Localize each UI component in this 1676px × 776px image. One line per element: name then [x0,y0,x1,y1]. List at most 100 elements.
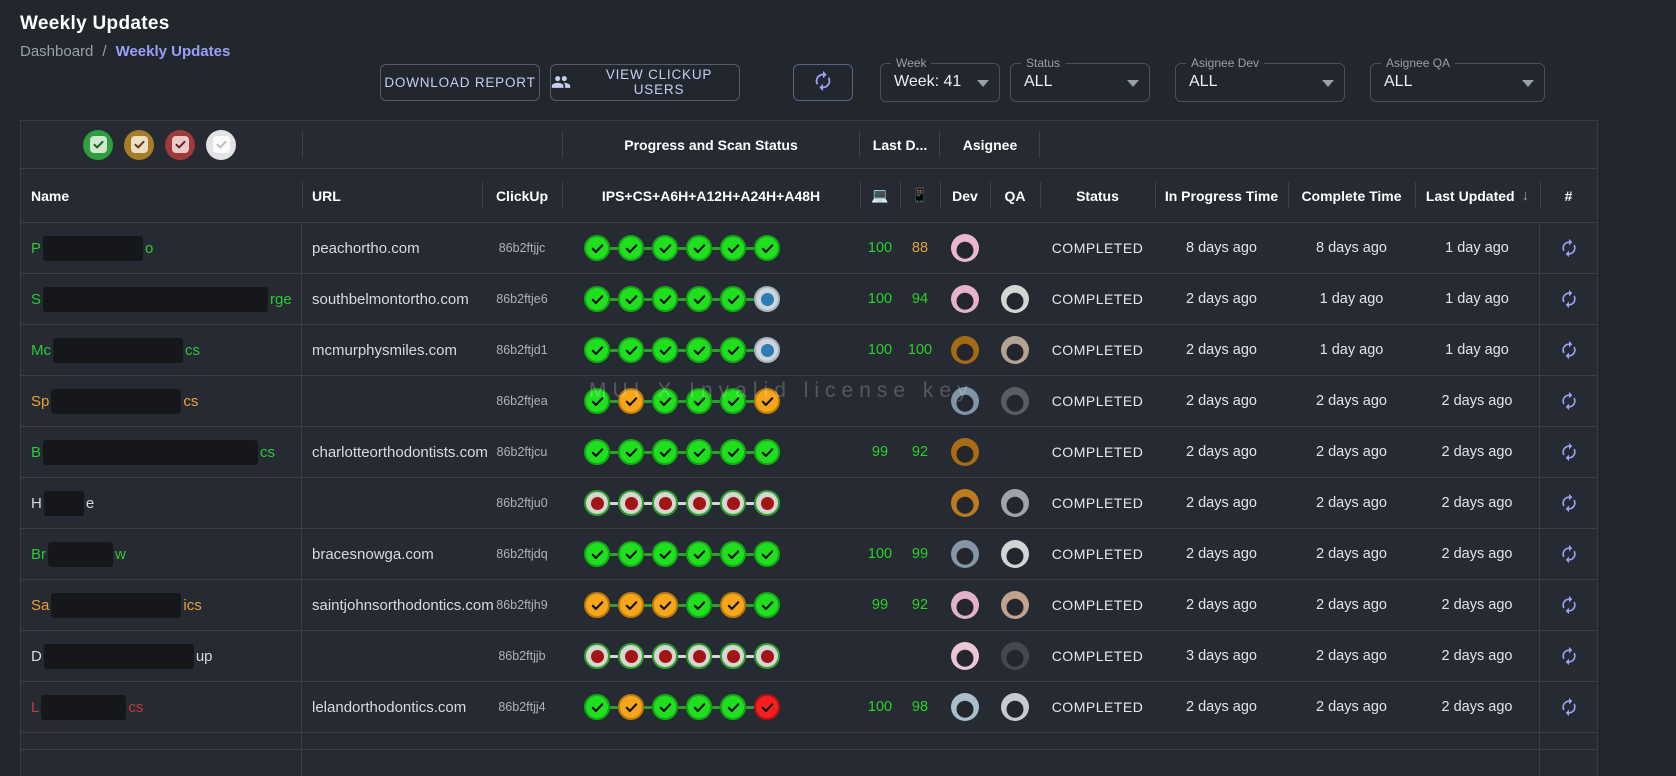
column-header-scan[interactable]: IPS+CS+A6H+A12H+A24H+A48H [562,169,860,222]
gray-check-filter[interactable] [206,130,236,160]
scan-status-connector [610,553,618,556]
qa-avatar-cell [990,580,1040,630]
table-header-row: NameURLClickUpIPS+CS+A6H+A12H+A24H+A48H💻… [21,169,1597,223]
scan-status-icon-r [754,694,780,720]
scan-status-chain [562,325,860,375]
redaction-bar [44,491,84,516]
column-header-dev[interactable]: Dev [940,169,990,222]
site-name-link[interactable]: Srge [21,274,302,324]
site-name-link[interactable]: Po [21,223,302,273]
site-name-prefix: S [31,291,41,308]
green-check-filter[interactable] [83,130,113,160]
column-header-in_progress[interactable]: In Progress Time [1155,169,1288,222]
site-name-link[interactable]: Spcs [21,376,302,426]
scan-status-connector [644,502,652,505]
column-header-clickup[interactable]: ClickUp [482,169,562,222]
filter-select-week[interactable]: WeekWeek: 41 [880,63,1000,102]
filter-select-value: ALL [1176,73,1217,91]
scan-status-icon-g [652,337,678,363]
refresh-button[interactable] [793,64,853,101]
scan-status-connector [746,298,754,301]
site-name-link[interactable]: Mccs [21,325,302,375]
download-report-button[interactable]: DOWNLOAD REPORT [380,64,540,101]
site-name-link[interactable]: Saics [21,580,302,630]
row-refresh-button[interactable] [1555,387,1583,415]
site-name-link[interactable]: Brw [21,529,302,579]
site-url: lelandorthodontics.com [302,682,482,732]
clickup-id: 86b2ftjh9 [482,580,562,630]
row-refresh-cell [1540,682,1597,732]
scan-status-connector [712,502,720,505]
scan-status-icon-g [686,592,712,618]
column-header-qa[interactable]: QA [990,169,1040,222]
column-header-mobile[interactable]: 📱 [900,169,940,222]
red-check-filter[interactable] [165,130,195,160]
row-refresh-button[interactable] [1555,336,1583,364]
filter-select-status[interactable]: StatusALL [1010,63,1150,102]
site-name-prefix: B [31,444,41,461]
table-row: Brwbracesnowga.com86b2ftjdq10099COMPLETE… [21,529,1597,580]
row-refresh-cell [1540,325,1597,375]
table-body: Popeachortho.com86b2ftjjc10088COMPLETED8… [21,223,1597,733]
site-name-link[interactable]: He [21,478,302,528]
row-refresh-button[interactable] [1555,489,1583,517]
scan-status-connector [712,298,720,301]
scan-status-icon-o [618,388,644,414]
site-name-suffix: cs [185,342,200,359]
row-refresh-button[interactable] [1555,693,1583,721]
redaction-bar [41,695,126,720]
column-header-url[interactable]: URL [302,169,482,222]
site-name-link[interactable]: Dup [21,631,302,681]
scan-status-icon-g [686,388,712,414]
site-name-suffix: cs [260,444,275,461]
site-url: mcmurphysmiles.com [302,325,482,375]
breadcrumb-dashboard[interactable]: Dashboard [20,43,93,60]
filter-select-asignee-qa[interactable]: Asignee QAALL [1370,63,1545,102]
site-name-prefix: D [31,648,42,665]
filter-select-asignee-dev[interactable]: Asignee DevALL [1175,63,1345,102]
breadcrumb: Dashboard / Weekly Updates [20,43,230,60]
column-header-status[interactable]: Status [1040,169,1155,222]
group-spacer [1040,121,1597,168]
scan-status-connector [712,247,720,250]
site-name-link[interactable]: Bcs [21,427,302,477]
column-header-refresh[interactable]: # [1540,169,1597,222]
amber-check-filter[interactable] [124,130,154,160]
site-name-link[interactable]: Lcs [21,682,302,732]
scan-status-icon-o [652,592,678,618]
site-url: southbelmontortho.com [302,274,482,324]
site-url [302,631,482,681]
row-refresh-button[interactable] [1555,540,1583,568]
scan-status-icon-g [720,439,746,465]
dev-avatar [951,642,979,670]
row-refresh-button[interactable] [1555,591,1583,619]
last-updated-time: 1 day ago [1415,274,1540,324]
view-clickup-users-button[interactable]: VIEW CLICKUP USERS [550,64,740,101]
column-header-name[interactable]: Name [21,169,302,222]
status-value: COMPLETED [1040,376,1155,426]
column-header-complete[interactable]: Complete Time [1288,169,1415,222]
scan-status-icon-rd [618,643,644,669]
last-updated-time: 2 days ago [1415,631,1540,681]
qa-avatar [1001,336,1029,364]
scan-status-icon-g [754,439,780,465]
scan-status-icon-rd [652,490,678,516]
column-header-desktop[interactable]: 💻 [860,169,900,222]
row-refresh-button[interactable] [1555,234,1583,262]
in-progress-time: 3 days ago [1155,631,1288,681]
site-name-prefix: L [31,699,39,716]
row-refresh-button[interactable] [1555,642,1583,670]
column-header-last_updated[interactable]: Last Updated↓ [1415,169,1540,222]
sort-descending-icon[interactable]: ↓ [1522,187,1530,204]
dev-avatar [951,693,979,721]
qa-avatar-cell [990,478,1040,528]
dev-avatar [951,438,979,466]
complete-time: 2 days ago [1288,376,1415,426]
redaction-bar [43,440,258,465]
qa-avatar [1001,489,1029,517]
scan-status-icon-g [686,286,712,312]
scan-status-icon-g [686,439,712,465]
scan-status-connector [746,247,754,250]
row-refresh-button[interactable] [1555,285,1583,313]
row-refresh-button[interactable] [1555,438,1583,466]
